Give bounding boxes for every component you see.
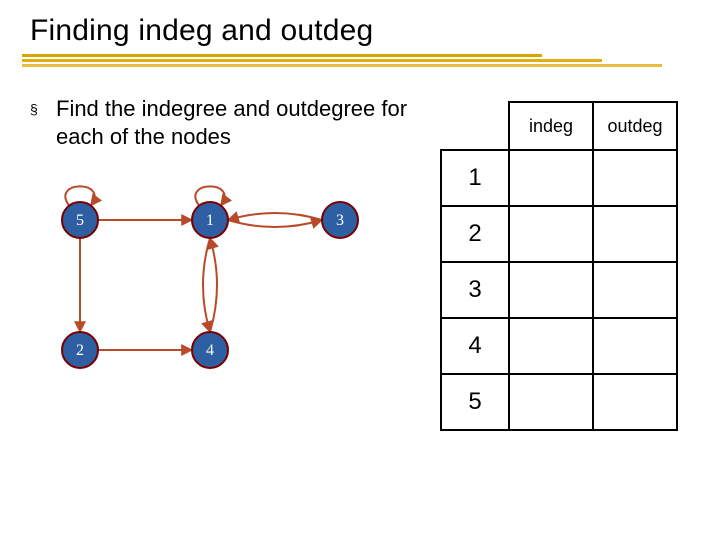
cell-outdeg (593, 262, 677, 318)
cell-outdeg (593, 206, 677, 262)
table-corner-cell (441, 102, 509, 150)
cell-outdeg (593, 150, 677, 206)
row-label: 5 (441, 374, 509, 430)
bullet-marker: § (30, 95, 56, 150)
table-row: 5 (441, 374, 677, 430)
table-row: 1 (441, 150, 677, 206)
rule-line (22, 59, 602, 62)
table-header-row: indeg outdeg (441, 102, 677, 150)
row-label: 4 (441, 318, 509, 374)
title-underline (22, 54, 690, 67)
svg-text:4: 4 (206, 342, 214, 359)
graph-svg: 5 1 3 2 4 (40, 180, 380, 400)
cell-indeg (509, 262, 593, 318)
cell-indeg (509, 318, 593, 374)
col-header-indeg: indeg (509, 102, 593, 150)
svg-text:3: 3 (336, 212, 344, 229)
degree-table: indeg outdeg 1 2 (440, 101, 678, 431)
table-row: 3 (441, 262, 677, 318)
bullet-text: Find the indegree and outdegree for each… (56, 95, 410, 150)
left-column: § Find the indegree and outdegree for ea… (30, 95, 420, 431)
right-column: indeg outdeg 1 2 (420, 95, 690, 431)
cell-outdeg (593, 318, 677, 374)
row-label: 3 (441, 262, 509, 318)
rule-line (22, 54, 542, 57)
svg-text:2: 2 (76, 342, 84, 359)
slide-body: § Find the indegree and outdegree for ea… (30, 95, 690, 431)
slide: Finding indeg and outdeg § Find the inde… (0, 0, 720, 540)
bullet-item: § Find the indegree and outdegree for ea… (30, 95, 410, 150)
svg-text:5: 5 (76, 212, 84, 229)
graph-figure: 5 1 3 2 4 (40, 180, 410, 405)
rule-line (22, 64, 662, 67)
slide-title: Finding indeg and outdeg (30, 14, 690, 48)
col-header-outdeg: outdeg (593, 102, 677, 150)
cell-indeg (509, 150, 593, 206)
table-row: 4 (441, 318, 677, 374)
cell-indeg (509, 374, 593, 430)
row-label: 1 (441, 150, 509, 206)
svg-text:1: 1 (206, 212, 214, 229)
row-label: 2 (441, 206, 509, 262)
cell-outdeg (593, 374, 677, 430)
cell-indeg (509, 206, 593, 262)
table-row: 2 (441, 206, 677, 262)
